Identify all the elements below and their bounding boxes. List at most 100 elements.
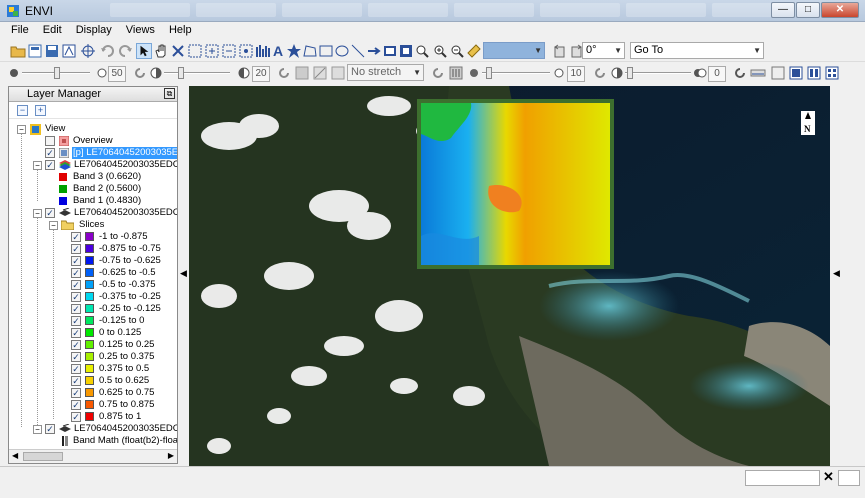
expand-all-icon[interactable]: +: [35, 105, 46, 116]
swipe-icon[interactable]: [770, 65, 786, 81]
slice-checkbox[interactable]: ✓: [71, 268, 81, 278]
reset-contrast-icon[interactable]: [276, 65, 292, 81]
menu-file[interactable]: File: [4, 22, 36, 40]
zoom-combo[interactable]: ▼: [483, 42, 545, 59]
slice-checkbox[interactable]: ✓: [71, 292, 81, 302]
polygon-icon[interactable]: [302, 43, 318, 59]
tree-row-slice[interactable]: ✓ -0.5 to -0.375: [9, 279, 177, 291]
zoom-in-box-icon[interactable]: [204, 43, 220, 59]
scroll-right-icon[interactable]: ▶: [168, 451, 174, 460]
reset-stretch-icon[interactable]: [430, 65, 446, 81]
undock-icon[interactable]: ⧉: [164, 88, 175, 99]
scroll-left-icon[interactable]: ◀: [12, 451, 18, 460]
view-layout-2-icon[interactable]: [806, 65, 822, 81]
raster-layer-3-checkbox[interactable]: ✓: [45, 424, 55, 434]
zoom-out-box-icon[interactable]: [221, 43, 237, 59]
view-layout-1-icon[interactable]: [788, 65, 804, 81]
transparency-slider[interactable]: [625, 67, 691, 79]
slice-checkbox[interactable]: ✓: [71, 376, 81, 386]
tree-row-portal-layer[interactable]: ✓ [p] LE70640452003035EDC0: [9, 147, 177, 159]
slice-checkbox[interactable]: ✓: [71, 412, 81, 422]
minimize-button[interactable]: —: [771, 2, 795, 18]
slice-checkbox[interactable]: ✓: [71, 304, 81, 314]
select-arrow-icon[interactable]: [136, 43, 152, 59]
image-view[interactable]: N: [189, 86, 830, 466]
collapse-all-icon[interactable]: −: [17, 105, 28, 116]
zoom-in-icon[interactable]: [432, 43, 448, 59]
chip-icon[interactable]: [61, 43, 77, 59]
open-icon[interactable]: [10, 43, 26, 59]
left-panel-collapse-handle[interactable]: ◀: [180, 268, 188, 279]
crosshair-icon[interactable]: [80, 43, 96, 59]
menu-views[interactable]: Views: [119, 22, 162, 40]
tree-row-raster-layer-3[interactable]: − ✓ LE70640452003035EDC00_: [9, 423, 177, 435]
tree-row-slices[interactable]: − Slices: [9, 219, 177, 231]
tree-row-slice[interactable]: ✓ 0.125 to 0.25: [9, 339, 177, 351]
contrast-slider[interactable]: [164, 67, 230, 79]
menu-edit[interactable]: Edit: [36, 22, 69, 40]
sharpen-slider[interactable]: [482, 67, 550, 79]
slice-checkbox[interactable]: ✓: [71, 328, 81, 338]
rotation-combo[interactable]: 0° ▼: [582, 42, 625, 59]
tree-row-band-math[interactable]: Band Math (float(b2)-float(b5: [9, 435, 177, 447]
rectangle-icon[interactable]: [318, 43, 334, 59]
stretch-equalize-icon[interactable]: [330, 65, 346, 81]
slice-checkbox[interactable]: ✓: [71, 316, 81, 326]
tree-row-slice[interactable]: ✓ 0.375 to 0.5: [9, 363, 177, 375]
annotation-text-icon[interactable]: A: [270, 43, 286, 59]
layer-tree-hscrollbar[interactable]: ◀ ▶: [9, 449, 177, 463]
stretch-combo[interactable]: No stretch ▼: [347, 64, 424, 81]
tree-row-slice[interactable]: ✓ -0.375 to -0.25: [9, 291, 177, 303]
picture-icon[interactable]: [382, 43, 398, 59]
tree-row-band-3[interactable]: Band 3 (0.6620): [9, 171, 177, 183]
histogram-icon[interactable]: [294, 65, 310, 81]
tree-row-slice[interactable]: ✓ -0.25 to -0.125: [9, 303, 177, 315]
right-panel-expand-handle[interactable]: ◀: [833, 268, 841, 279]
sharpen-icon[interactable]: [448, 65, 464, 81]
tree-row-view[interactable]: − View: [9, 123, 177, 135]
overview-checkbox[interactable]: [45, 136, 55, 146]
go-to-combo[interactable]: Go To ▼: [630, 42, 764, 59]
slice-checkbox[interactable]: ✓: [71, 352, 81, 362]
tree-row-slice[interactable]: ✓ 0.5 to 0.625: [9, 375, 177, 387]
tree-row-slice[interactable]: ✓ -0.625 to -0.5: [9, 267, 177, 279]
slice-checkbox[interactable]: ✓: [71, 280, 81, 290]
slice-checkbox[interactable]: ✓: [71, 388, 81, 398]
transparency-value[interactable]: 0: [708, 66, 726, 82]
reset-brightness-icon[interactable]: [132, 65, 148, 81]
data-manager-icon[interactable]: [27, 43, 43, 59]
flicker-icon[interactable]: [750, 65, 766, 81]
satellite-image[interactable]: N: [189, 86, 830, 466]
undo-icon[interactable]: [100, 43, 116, 59]
tree-row-slice[interactable]: ✓ 0 to 0.125: [9, 327, 177, 339]
go-to-icon[interactable]: [466, 43, 482, 59]
rotate-icon[interactable]: [170, 43, 186, 59]
tree-row-slice[interactable]: ✓ 0.25 to 0.375: [9, 351, 177, 363]
save-icon[interactable]: [44, 43, 60, 59]
tree-row-slice[interactable]: ✓ -0.875 to -0.75: [9, 243, 177, 255]
menu-help[interactable]: Help: [162, 22, 199, 40]
arrow-icon[interactable]: [366, 43, 382, 59]
zoom-icon[interactable]: [414, 43, 430, 59]
zoom-out-icon[interactable]: [449, 43, 465, 59]
zoom-box-icon[interactable]: [187, 43, 203, 59]
line-icon[interactable]: [350, 43, 366, 59]
raster-layer-2-checkbox[interactable]: ✓: [45, 208, 55, 218]
redo-icon[interactable]: [117, 43, 133, 59]
tree-row-band-2[interactable]: Band 2 (0.5600): [9, 183, 177, 195]
slice-checkbox[interactable]: ✓: [71, 340, 81, 350]
tree-row-slice[interactable]: ✓ 0.625 to 0.75: [9, 387, 177, 399]
view-layout-4-icon[interactable]: [824, 65, 840, 81]
stretch-linear-icon[interactable]: [312, 65, 328, 81]
slice-checkbox[interactable]: ✓: [71, 364, 81, 374]
tree-row-band-1[interactable]: Band 1 (0.4830): [9, 195, 177, 207]
portal-layer-checkbox[interactable]: ✓: [45, 148, 55, 158]
portal-icon[interactable]: [398, 43, 414, 59]
contrast-value[interactable]: 20: [252, 66, 270, 82]
slice-checkbox[interactable]: ✓: [71, 244, 81, 254]
brightness-slider[interactable]: [22, 67, 90, 79]
sharpen-value[interactable]: 10: [567, 66, 585, 82]
tree-row-slice[interactable]: ✓ 0.875 to 1: [9, 411, 177, 423]
cancel-process-icon[interactable]: ✕: [823, 469, 834, 485]
slice-checkbox[interactable]: ✓: [71, 400, 81, 410]
